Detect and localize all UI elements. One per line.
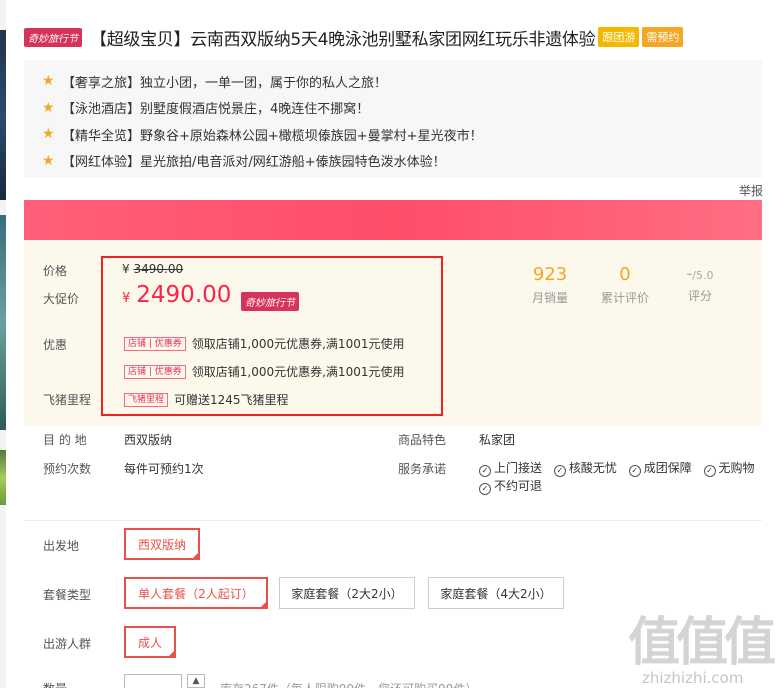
traveler-type-option[interactable]: 成人 [124,626,176,658]
feature-label: 商品特色 [398,433,447,447]
departure-option[interactable]: 西双版纳 [124,528,200,560]
check-icon: ✓ [553,465,566,477]
price-label: 价格 [43,264,68,278]
stock-text: 库存267件（每人限购99件，您还可购买99件） [220,680,477,688]
coupon-text[interactable]: 领取店铺1,000元优惠券,满1001元使用 [192,363,405,380]
gallery-thumbnail[interactable] [0,30,6,200]
mileage-row: 飞猪里程 可赠送1245飞猪里程 [124,391,289,408]
star-icon: ★ [42,99,55,116]
report-link[interactable]: 举报 [739,182,763,199]
package-option-family-2-2[interactable]: 家庭套餐（2大2小） [279,577,415,609]
check-icon: ✓ [479,465,491,477]
site-watermark: 值值值 zhizhizhi.com [628,600,778,687]
divider [24,520,762,521]
feature-value: 私家团 [479,433,516,447]
coupon-row[interactable]: 店铺 | 优惠券 领取店铺1,000元优惠券,满1001元使用 [124,363,404,380]
package-option-single[interactable]: 单人套餐（2人起订） [124,577,268,609]
traveler-type-label: 出游人群 [43,637,92,651]
promise-item[interactable]: ✓ 成团保障 [628,461,692,477]
service-promises: ✓ 上门接送 ✓ 核酸无忧 ✓ 成团保障 ✓ 无购物 ✓ 不约可退 [479,459,769,495]
highlight-item: ★ 【泳池酒店】别墅度假酒店悦景庄，4晚连住不挪窝！ [42,99,370,118]
promo-banner[interactable] [24,200,762,240]
quantity-increment-button[interactable]: ▲ [187,674,205,688]
star-icon: ★ [42,73,55,90]
gallery-thumbnail[interactable] [0,450,6,505]
check-icon: ✓ [479,483,491,495]
mileage-tag: 飞猪里程 [124,392,169,407]
product-title: 【超级宝贝】云南西双版纳5天4晚泳池别墅私家团网红玩乐非遗体验 [90,29,596,50]
check-icon: ✓ [628,465,641,477]
watermark-logo: 值值值 [628,613,776,673]
promise-item[interactable]: ✓ 上门接送 [479,461,542,477]
monthly-sales-stat: 923 月销量 [531,264,568,305]
destination-value: 西双版纳 [124,433,173,447]
package-type-label: 套餐类型 [43,588,92,602]
highlight-item: ★ 【奢享之旅】独立小团，一单一团，属于你的私人之旅！ [42,73,388,91]
package-option-family-4-2[interactable]: 家庭套餐（4大2小） [428,577,564,609]
check-icon: ✓ [703,465,716,477]
festival-tag: 奇妙旅行节 [24,27,82,47]
sale-festival-tag: 奇妙旅行节 [241,292,299,311]
original-price: ¥ 3490.00 [122,262,184,276]
discount-label: 优惠 [43,338,68,352]
mileage-text: 可赠送1245飞猪里程 [174,393,289,407]
promise-item[interactable]: ✓ 不约可退 [479,479,542,495]
product-info: 目 的 地 西双版纳 商品特色 私家团 预约次数 每件可预约1次 服务承诺 ✓ 上… [24,426,762,520]
sale-price: ¥ 2490.00 [122,282,232,308]
highlight-item: ★ 【网红体验】星光旅拍/电音派对/网红游船+傣族园特色泼水体验！ [42,152,446,171]
highlights-box: ★ 【奢享之旅】独立小团，一单一团，属于你的私人之旅！ ★ 【泳池酒店】别墅度假酒店… [24,60,762,178]
quantity-input[interactable] [124,674,182,688]
coupon-tag: 店铺 | 优惠券 [124,364,186,379]
destination-label: 目 的 地 [43,433,87,447]
mileage-label: 飞猪里程 [43,393,92,407]
rating-stat: -/5.0 评分 [686,264,714,303]
star-icon: ★ [42,126,55,143]
gallery-thumbnail[interactable] [0,215,6,430]
sale-price-label: 大促价 [43,292,80,306]
reviews-stat[interactable]: 0 累计评价 [590,264,660,306]
gallery-strip [0,0,6,688]
product-title-row: 奇妙旅行节 【超级宝贝】云南西双版纳5天4晚泳池别墅私家团网红玩乐非遗体验 跟团… [24,22,774,52]
quantity-label: 数量 [43,680,67,688]
group-tour-badge: 跟团游 [598,27,640,47]
departure-label: 出发地 [43,539,80,553]
booking-count-value: 每件可预约1次 [124,462,204,476]
service-promise-label: 服务承诺 [398,462,447,476]
promise-item[interactable]: ✓ 核酸无忧 [553,461,617,477]
highlight-item: ★ 【精华全览】野象谷+原始森林公园+橄榄坝傣族园+曼掌村+星光夜市！ [42,126,483,144]
booking-required-badge: 需预约 [642,27,684,47]
promise-item[interactable]: ✓ 无购物 [703,461,755,477]
star-icon: ★ [42,152,55,169]
price-panel: 价格 大促价 优惠 飞猪里程 ¥ 3490.00 ¥ 2490.00 奇妙旅行节… [24,240,762,426]
coupon-text[interactable]: 领取店铺1,000元优惠券,满1001元使用 [192,335,405,352]
booking-count-label: 预约次数 [43,462,92,476]
coupon-row[interactable]: 店铺 | 优惠券 领取店铺1,000元优惠券,满1001元使用 [124,335,404,352]
coupon-tag: 店铺 | 优惠券 [124,336,186,351]
